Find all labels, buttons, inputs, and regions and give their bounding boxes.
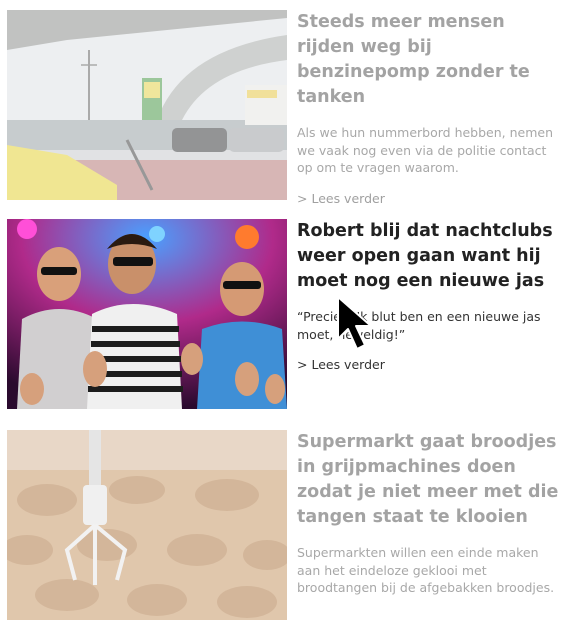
article-title[interactable]: Supermarkt gaat broodjes in grijpmachine… <box>297 430 559 530</box>
arrow-pointer-icon <box>337 296 372 350</box>
read-more-link[interactable]: > Lees verder <box>297 190 559 207</box>
article-title[interactable]: Robert blij dat nachtclubs weer open gaa… <box>297 219 559 294</box>
article-thumbnail-bread-claw[interactable] <box>7 430 287 620</box>
article-description: Als we hun nummerbord hebben, nemen we v… <box>297 125 554 175</box>
article-card-nachtclubs[interactable]: Robert blij dat nachtclubs weer open gaa… <box>7 219 559 409</box>
bread-claw-image <box>7 430 287 620</box>
article-thumbnail-nightclub[interactable] <box>7 219 287 409</box>
article-title[interactable]: Steeds meer mensen rijden weg bij benzin… <box>297 10 559 110</box>
gas-station-image <box>7 10 287 200</box>
read-more-link[interactable]: > Lees verder <box>297 356 559 373</box>
nightclub-image <box>7 219 287 409</box>
article-card-benzinepomp[interactable]: Steeds meer mensen rijden weg bij benzin… <box>7 10 559 206</box>
article-card-supermarkt[interactable]: Supermarkt gaat broodjes in grijpmachine… <box>7 430 559 620</box>
article-thumbnail-gas-station[interactable] <box>7 10 287 200</box>
article-description: Supermarkten willen een einde maken aan … <box>297 545 555 595</box>
